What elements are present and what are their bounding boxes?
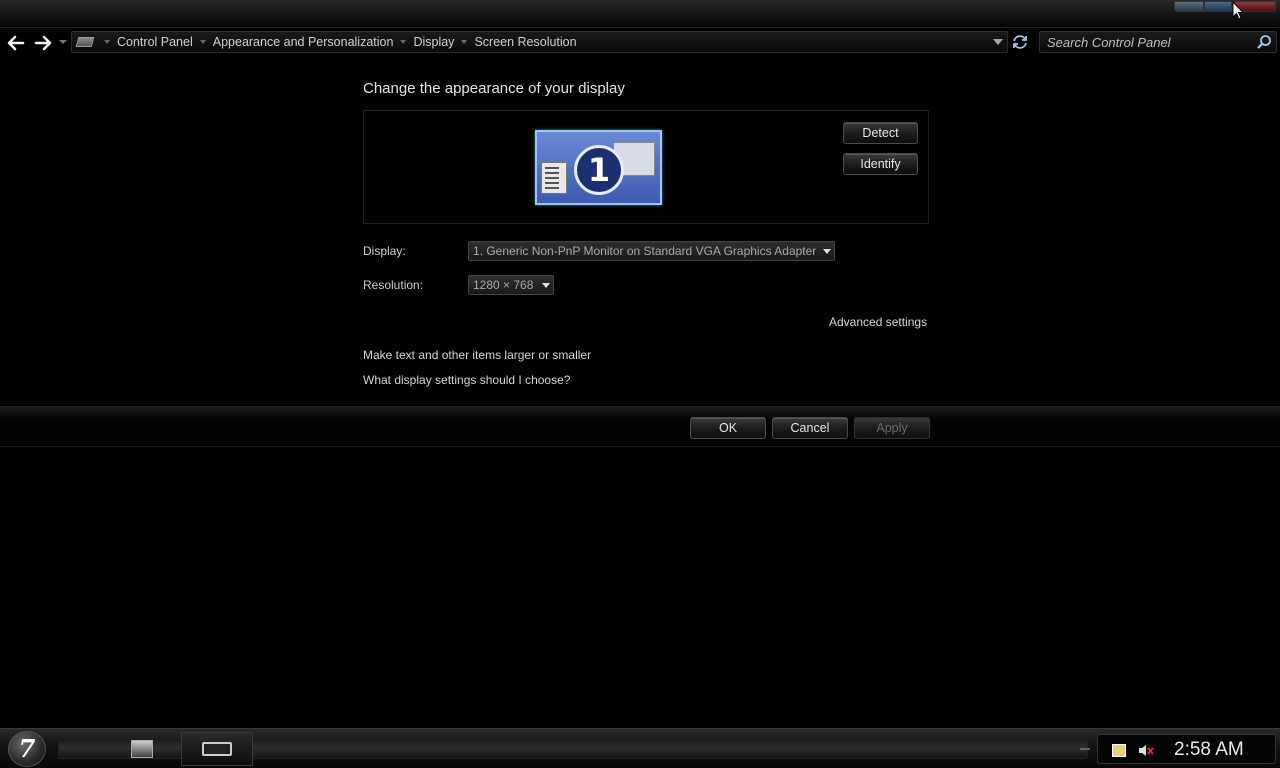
detect-button[interactable]: Detect — [843, 122, 918, 144]
start-button[interactable]: 7 — [8, 731, 46, 767]
action-center-flag-icon[interactable] — [1112, 744, 1126, 757]
taskbar-explorer-button[interactable] — [124, 732, 160, 766]
window-controls — [1174, 1, 1276, 13]
ok-button[interactable]: OK — [690, 417, 766, 439]
monitor-arrangement-panel: 1 Detect Identify — [363, 110, 929, 224]
window-thumbnail-icon — [541, 162, 567, 194]
apply-button[interactable]: Apply — [854, 417, 930, 439]
explorer-icon — [131, 740, 153, 758]
breadcrumb-control-panel[interactable]: Control Panel — [117, 35, 193, 49]
breadcrumb-display[interactable]: Display — [413, 35, 454, 49]
breadcrumb-separator-icon[interactable] — [400, 40, 407, 44]
chevron-down-icon — [823, 249, 831, 254]
cancel-button[interactable]: Cancel — [772, 417, 848, 439]
monitor-number-badge: 1 — [574, 145, 624, 195]
breadcrumb-screen-resolution[interactable]: Screen Resolution — [474, 35, 576, 49]
navigation-bar: Control Panel Appearance and Personaliza… — [0, 28, 1280, 56]
display-select[interactable]: 1. Generic Non-PnP Monitor on Standard V… — [468, 241, 835, 261]
volume-muted-icon[interactable] — [1138, 744, 1154, 757]
breadcrumb-separator-icon[interactable] — [199, 40, 206, 44]
refresh-icon[interactable] — [1011, 33, 1029, 51]
resolution-label: Resolution: — [363, 278, 424, 292]
clock[interactable]: 2:58 AM — [1174, 739, 1244, 761]
address-history-dropdown-icon[interactable] — [993, 37, 1003, 47]
display-label: Display: — [363, 244, 406, 258]
forward-arrow-icon[interactable] — [32, 32, 54, 54]
taskbar: 7 2:58 AM — [0, 728, 1280, 768]
back-arrow-icon[interactable] — [5, 32, 27, 54]
taskbar-grip[interactable] — [1080, 748, 1090, 750]
resolution-select[interactable]: 1280 × 768 — [468, 275, 554, 295]
breadcrumb-separator-icon[interactable] — [104, 40, 110, 44]
system-tray: 2:58 AM — [1097, 734, 1276, 764]
display-select-value: 1. Generic Non-PnP Monitor on Standard V… — [473, 244, 817, 258]
taskbar-screen-resolution-button[interactable] — [181, 732, 253, 766]
address-bar[interactable]: Control Panel Appearance and Personaliza… — [71, 31, 1008, 53]
search-icon[interactable] — [1256, 34, 1272, 50]
text-size-link[interactable]: Make text and other items larger or smal… — [363, 348, 591, 362]
breadcrumb-separator-icon[interactable] — [461, 40, 468, 44]
breadcrumb-appearance[interactable]: Appearance and Personalization — [213, 35, 394, 49]
window-title-bar — [0, 0, 1280, 28]
display-help-link[interactable]: What display settings should I choose? — [363, 373, 570, 387]
page-title: Change the appearance of your display — [363, 80, 625, 97]
recent-pages-dropdown[interactable] — [59, 40, 67, 48]
identify-button[interactable]: Identify — [843, 153, 918, 175]
minimize-button[interactable] — [1174, 1, 1204, 12]
control-panel-icon — [75, 37, 95, 47]
maximize-button[interactable] — [1204, 1, 1232, 12]
search-box[interactable] — [1039, 31, 1277, 53]
display-settings-icon — [202, 742, 232, 756]
resolution-select-value: 1280 × 768 — [473, 278, 534, 292]
search-input[interactable] — [1040, 32, 1250, 52]
chevron-down-icon — [542, 283, 550, 288]
command-bar: OK Cancel Apply — [0, 406, 1280, 447]
advanced-settings-link[interactable]: Advanced settings — [829, 315, 927, 329]
monitor-1-thumbnail[interactable]: 1 — [535, 130, 662, 205]
